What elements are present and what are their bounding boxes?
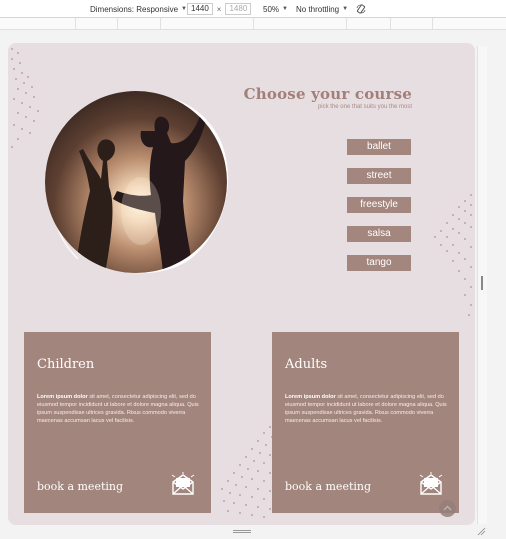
- course-button-street[interactable]: street: [347, 168, 411, 184]
- corner-resize-handle[interactable]: [476, 526, 486, 536]
- width-input[interactable]: 1440: [187, 3, 213, 15]
- mail-icon[interactable]: [418, 472, 444, 496]
- zoom-dropdown[interactable]: 50% ▼: [263, 3, 288, 15]
- card-title: Children: [37, 357, 95, 372]
- throttle-dropdown[interactable]: No throttling ▼: [296, 3, 348, 15]
- devtools-toolbar: Dimensions: Responsive ▼ 1440 × 1480 50%…: [0, 0, 506, 18]
- page-title: Choose your course: [243, 85, 412, 103]
- card-adults: Adults Lorem ipsum dolor sit amet, conse…: [272, 332, 459, 513]
- ruler: [0, 18, 506, 30]
- dancers-silhouette: [75, 113, 207, 273]
- device-viewport: Choose your course pick the one that sui…: [0, 30, 506, 539]
- height-input[interactable]: 1480: [225, 3, 252, 15]
- width-resize-handle[interactable]: [481, 276, 483, 290]
- arrow-up-icon: [443, 505, 452, 511]
- dancers-photo: [45, 91, 227, 273]
- dots-decoration: [221, 426, 273, 518]
- card-description-bold: Lorem ipsum dolor: [37, 394, 88, 400]
- card-description-bold: Lorem ipsum dolor: [285, 394, 336, 400]
- card-title: Adults: [285, 357, 328, 372]
- height-resize-handle[interactable]: [233, 530, 251, 533]
- mail-icon[interactable]: [170, 472, 196, 496]
- card-description: Lorem ipsum dolor sit amet, consectetur …: [37, 393, 200, 425]
- throttle-label: No throttling: [296, 4, 340, 14]
- card-children: Children Lorem ipsum dolor sit amet, con…: [24, 332, 211, 513]
- dimensions-label: Dimensions: Responsive: [90, 4, 179, 14]
- dimensions-dropdown[interactable]: Dimensions: Responsive ▼: [90, 3, 187, 15]
- course-button-ballet[interactable]: ballet: [347, 139, 411, 155]
- book-meeting-link[interactable]: book a meeting: [285, 480, 371, 493]
- rotate-icon: [356, 4, 366, 14]
- zoom-label: 50%: [263, 4, 280, 14]
- chevron-down-icon: ▼: [282, 6, 288, 12]
- page: Choose your course pick the one that sui…: [8, 43, 475, 525]
- courses-header: Choose your course pick the one that sui…: [228, 85, 412, 110]
- course-button-freestyle[interactable]: freestyle: [347, 197, 411, 213]
- dots-decoration: [434, 194, 472, 316]
- book-meeting-link[interactable]: book a meeting: [37, 480, 123, 493]
- course-button-tango[interactable]: tango: [347, 255, 411, 271]
- rotate-button[interactable]: [356, 3, 366, 15]
- course-button-salsa[interactable]: salsa: [347, 226, 411, 242]
- scroll-to-top-button[interactable]: [439, 500, 456, 517]
- chevron-down-icon: ▼: [342, 6, 349, 12]
- card-description: Lorem ipsum dolor sit amet, consectetur …: [285, 393, 448, 425]
- times-sign: ×: [216, 4, 222, 14]
- page-subtitle: pick the one that suits you the most: [317, 104, 412, 110]
